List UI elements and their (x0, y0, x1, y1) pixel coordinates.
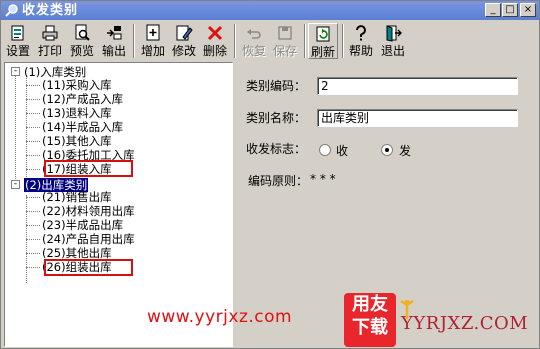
tree-node[interactable]: (23)半成品出库 (42, 218, 123, 232)
tree-node[interactable]: (25)其他出库 (42, 246, 112, 260)
toolbar-separator (133, 24, 135, 58)
export-label: 输出 (101, 44, 126, 58)
category-code-label: 类别编码： (246, 79, 307, 93)
tree-node[interactable]: (21)销售出库 (42, 190, 112, 204)
add-icon (146, 24, 160, 41)
watermark-brand: YYRJXZ.COM (401, 313, 529, 334)
export-icon (107, 26, 122, 40)
tree-connector (26, 225, 40, 226)
edit-label: 修改 (171, 44, 196, 58)
preview-label: 预览 (69, 44, 94, 58)
tree-node[interactable]: (11)采购入库 (42, 78, 112, 92)
category-code-field[interactable]: 2 (317, 77, 518, 95)
preview-icon (75, 24, 90, 41)
tree-connector (26, 155, 40, 156)
tree-connector (26, 253, 40, 254)
direction-flag-label: 收发标志： (246, 142, 307, 156)
tree-node[interactable]: (24)产品自用出库 (42, 232, 135, 246)
delete-button[interactable]: 删除 (200, 23, 230, 59)
expand-toggle[interactable]: - (11, 180, 20, 189)
tree-connector (26, 267, 40, 268)
tree-connector (26, 113, 40, 114)
edit-button[interactable]: 修改 (169, 23, 199, 59)
window-title: 收发类别 (22, 3, 79, 18)
exit-button[interactable]: 退出 (378, 23, 408, 59)
tree-connector (26, 141, 40, 142)
preview-button[interactable]: 预览 (67, 23, 97, 59)
add-label: 增加 (140, 44, 165, 58)
print-label: 打印 (37, 44, 62, 58)
watermark-logo-top: 用友 (352, 294, 388, 315)
minimize-button[interactable]: _ (485, 3, 501, 17)
category-tree[interactable]: - (1)入库类别 (11)采购入库 (12)产成品入库 (13)退料入库 (1… (4, 62, 233, 347)
main-window: 收发类别 _ □ × 设置 打印 预览 输出 增加 修改 删除 恢复 保存 刷新… (0, 0, 540, 349)
title-bar[interactable]: 收发类别 _ □ × (1, 1, 539, 20)
tree-connector (26, 127, 40, 128)
settings-icon (11, 25, 24, 41)
magnifier-icon (5, 4, 18, 17)
expand-toggle[interactable]: - (11, 67, 20, 76)
tree-node[interactable]: (13)退料入库 (42, 106, 112, 120)
settings-button[interactable]: 设置 (3, 23, 33, 59)
add-button[interactable]: 增加 (138, 23, 168, 59)
edit-icon (176, 25, 193, 41)
highlight-box (44, 160, 133, 177)
help-icon (356, 25, 366, 41)
tree-node[interactable]: (15)其他入库 (42, 134, 112, 148)
export-button[interactable]: 输出 (99, 23, 129, 59)
undo-icon (247, 29, 261, 39)
save-icon (278, 26, 292, 40)
save-button[interactable]: 保存 (270, 23, 300, 59)
refresh-label: 刷新 (310, 45, 335, 59)
help-label: 帮助 (348, 44, 373, 58)
tree-connector (15, 75, 16, 185)
tree-node[interactable]: (12)产成品入库 (42, 92, 123, 106)
refresh-icon (316, 26, 330, 42)
tree-connector (26, 85, 40, 86)
undo-button[interactable]: 恢复 (239, 23, 269, 59)
watermark-url: www.yyrjxz.com (147, 307, 293, 327)
toolbar: 设置 打印 预览 输出 增加 修改 删除 恢复 保存 刷新 帮助 退出 (1, 21, 539, 61)
undo-label: 恢复 (241, 44, 266, 58)
tree-connector (26, 197, 40, 198)
radio-receive[interactable] (319, 144, 331, 156)
tree-node[interactable]: (14)半成品入库 (42, 120, 123, 134)
watermark-logo: 用友 下载 (344, 293, 396, 347)
toolbar-separator (304, 24, 306, 58)
tree-node-inbound-categories[interactable]: (1)入库类别 (24, 65, 86, 79)
watermark-logo-bottom: 下载 (352, 317, 388, 338)
settings-label: 设置 (5, 44, 30, 58)
refresh-button[interactable]: 刷新 (308, 23, 338, 59)
tree-connector (26, 75, 27, 177)
tree-connector (26, 211, 40, 212)
toolbar-separator (342, 24, 344, 58)
exit-icon (386, 25, 402, 42)
tree-node[interactable]: (22)材料领用出库 (42, 204, 135, 218)
exit-label: 退出 (380, 44, 405, 58)
coding-rule-label: 编码原则： (248, 174, 309, 188)
radio-issue-label: 发 (399, 144, 412, 158)
help-button[interactable]: 帮助 (346, 23, 376, 59)
save-label: 保存 (272, 44, 297, 58)
radio-issue[interactable] (381, 144, 393, 156)
category-name-field[interactable]: 出库类别 (317, 109, 518, 127)
tree-connector (26, 99, 40, 100)
coding-rule-value: * * * (310, 172, 336, 186)
printer-icon (42, 25, 58, 41)
category-name-label: 类别名称： (246, 111, 307, 125)
tree-connector (26, 169, 40, 170)
maximize-button[interactable]: □ (502, 3, 518, 17)
close-button[interactable]: × (520, 3, 536, 17)
radio-receive-label: 收 (336, 144, 349, 158)
tree-connector (26, 239, 40, 240)
delete-label: 删除 (202, 44, 227, 58)
print-button[interactable]: 打印 (35, 23, 65, 59)
delete-icon (207, 25, 223, 41)
highlight-box (44, 259, 133, 276)
toolbar-separator (234, 24, 236, 58)
